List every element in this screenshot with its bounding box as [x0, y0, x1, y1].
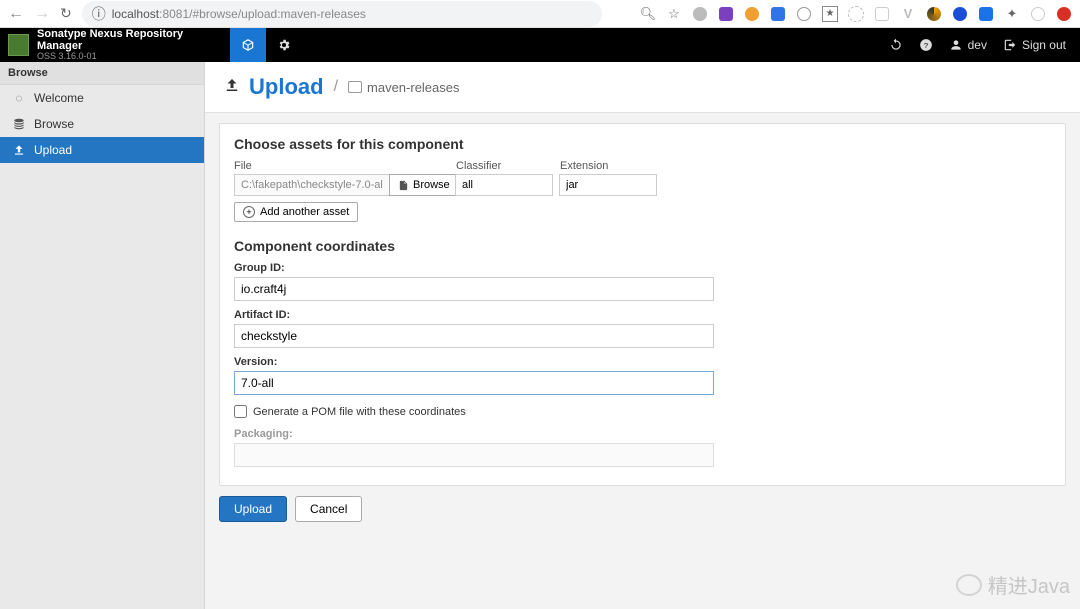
- browse-button[interactable]: Browse: [389, 174, 459, 196]
- version-input[interactable]: [234, 371, 714, 395]
- sidebar: Browse ◌ Welcome Browse Upload: [0, 62, 205, 609]
- gear-icon: [277, 38, 291, 52]
- ext-icon[interactable]: [1030, 6, 1046, 22]
- database-icon: [12, 117, 26, 131]
- sidebar-item-label: Upload: [34, 143, 72, 157]
- artifact-id-input[interactable]: [234, 324, 714, 348]
- reload-icon[interactable]: ↻: [60, 5, 72, 22]
- repo-icon: [348, 81, 362, 93]
- welcome-icon: ◌: [12, 91, 26, 105]
- search-omnibox-icon[interactable]: 🔍︎: [640, 6, 656, 22]
- sidebar-item-upload[interactable]: Upload: [0, 137, 204, 163]
- ext-icon[interactable]: [796, 6, 812, 22]
- generate-pom-row: Generate a POM file with these coordinat…: [234, 405, 1051, 418]
- upload-panel: Choose assets for this component File Cl…: [219, 123, 1066, 486]
- ext-icon[interactable]: [718, 6, 734, 22]
- user-menu[interactable]: dev: [949, 38, 987, 52]
- signout-icon: [1003, 38, 1017, 52]
- url-text: localhost:8081/#browse/upload:maven-rele…: [112, 7, 366, 21]
- user-icon: [949, 38, 963, 52]
- cube-icon: [241, 38, 255, 52]
- file-picker: Browse: [234, 174, 449, 196]
- coords-heading: Component coordinates: [234, 238, 1051, 254]
- upload-button[interactable]: Upload: [219, 496, 287, 522]
- add-asset-label: Add another asset: [260, 206, 349, 218]
- column-extension: Extension: [560, 160, 658, 172]
- upload-icon: [12, 143, 26, 157]
- column-file: File: [234, 160, 450, 172]
- forward-icon[interactable]: →: [34, 5, 50, 23]
- refresh-icon: [889, 38, 903, 52]
- extensions-puzzle-icon[interactable]: ✦: [1004, 6, 1020, 22]
- page-title-bar: Upload / maven-releases: [205, 62, 1080, 113]
- product-version: OSS 3.16.0-01: [37, 52, 222, 62]
- ext-icon[interactable]: [926, 6, 942, 22]
- bookmark-star-icon[interactable]: ☆: [666, 6, 682, 22]
- browser-chrome: ← → ↻ ⓘ localhost:8081/#browse/upload:ma…: [0, 0, 1080, 28]
- chrome-toolbar-icons: 🔍︎ ☆ ★ V ✦: [640, 6, 1072, 22]
- brand-logo: [8, 34, 29, 56]
- page-title: Upload: [249, 74, 324, 100]
- sidebar-item-browse[interactable]: Browse: [0, 111, 204, 137]
- breadcrumb-repo: maven-releases: [348, 80, 460, 95]
- file-path-display: [234, 174, 389, 196]
- ext-icon[interactable]: [978, 6, 994, 22]
- ext-icon[interactable]: ★: [822, 6, 838, 22]
- ext-icon[interactable]: [1056, 6, 1072, 22]
- group-id-field: Group ID:: [234, 262, 1051, 301]
- form-actions: Upload Cancel: [219, 496, 1066, 522]
- artifact-id-field: Artifact ID:: [234, 309, 1051, 348]
- svg-text:?: ?: [923, 41, 927, 50]
- packaging-label: Packaging:: [234, 428, 1051, 440]
- packaging-input: [234, 443, 714, 467]
- file-icon: [398, 180, 409, 191]
- browse-label: Browse: [413, 179, 450, 191]
- artifact-id-label: Artifact ID:: [234, 309, 1051, 321]
- column-classifier: Classifier: [456, 160, 554, 172]
- add-asset-button[interactable]: + Add another asset: [234, 202, 358, 222]
- refresh-button[interactable]: [889, 38, 903, 52]
- sidebar-item-label: Browse: [34, 117, 74, 131]
- help-button[interactable]: ?: [919, 38, 933, 52]
- cancel-button[interactable]: Cancel: [295, 496, 362, 522]
- upload-icon: [223, 76, 241, 99]
- browse-mode-button[interactable]: [230, 28, 266, 62]
- extension-input[interactable]: [559, 174, 657, 196]
- ext-icon[interactable]: [692, 6, 708, 22]
- sidebar-item-label: Welcome: [34, 91, 84, 105]
- sidebar-heading: Browse: [0, 62, 204, 85]
- version-field: Version:: [234, 356, 1051, 395]
- username: dev: [968, 38, 987, 52]
- app-header: Sonatype Nexus Repository Manager OSS 3.…: [0, 28, 1080, 62]
- help-icon: ?: [919, 38, 933, 52]
- signout-label: Sign out: [1022, 38, 1066, 52]
- site-info-icon[interactable]: ⓘ: [92, 4, 106, 24]
- ext-icon[interactable]: V: [900, 6, 916, 22]
- version-label: Version:: [234, 356, 1051, 368]
- breadcrumb-separator: /: [334, 78, 338, 96]
- ext-icon[interactable]: [874, 6, 890, 22]
- plus-icon: +: [243, 206, 255, 218]
- main-content: Upload / maven-releases Choose assets fo…: [205, 62, 1080, 609]
- group-id-label: Group ID:: [234, 262, 1051, 274]
- signout-button[interactable]: Sign out: [1003, 38, 1066, 52]
- ext-icon[interactable]: [952, 6, 968, 22]
- repo-name: maven-releases: [367, 80, 460, 95]
- product-name: Sonatype Nexus Repository Manager: [37, 28, 222, 52]
- sidebar-item-welcome[interactable]: ◌ Welcome: [0, 85, 204, 111]
- asset-row: Browse: [234, 174, 1051, 196]
- ext-icon[interactable]: [848, 6, 864, 22]
- admin-mode-button[interactable]: [266, 28, 302, 62]
- group-id-input[interactable]: [234, 277, 714, 301]
- ext-icon[interactable]: [744, 6, 760, 22]
- ext-icon[interactable]: [770, 6, 786, 22]
- assets-heading: Choose assets for this component: [234, 136, 1051, 152]
- generate-pom-checkbox[interactable]: [234, 405, 247, 418]
- brand: Sonatype Nexus Repository Manager OSS 3.…: [0, 28, 230, 62]
- back-icon[interactable]: ←: [8, 5, 24, 23]
- generate-pom-label: Generate a POM file with these coordinat…: [253, 406, 466, 418]
- address-bar[interactable]: ⓘ localhost:8081/#browse/upload:maven-re…: [82, 1, 602, 27]
- classifier-input[interactable]: [455, 174, 553, 196]
